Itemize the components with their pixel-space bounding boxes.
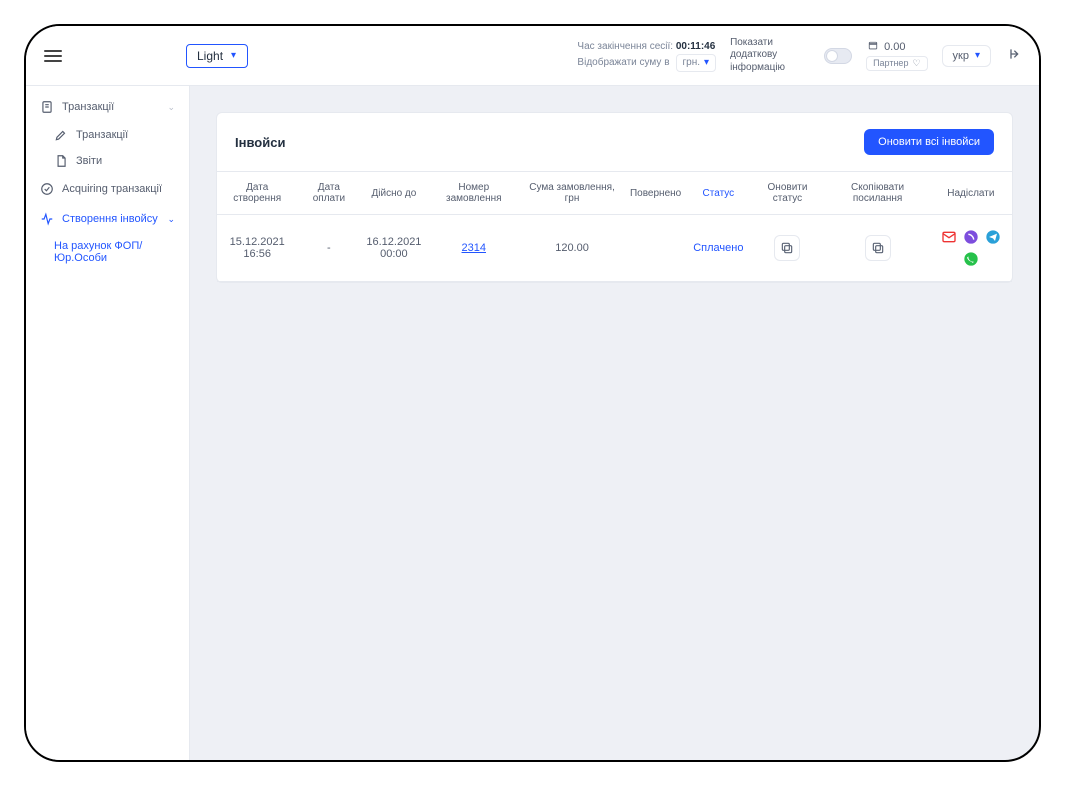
cell-valid: 16.12.2021 00:00 bbox=[360, 215, 427, 282]
language-value: укр bbox=[953, 50, 969, 62]
invoices-panel: Інвойси Оновити всі інвойси Дата створен… bbox=[216, 112, 1013, 283]
col-update-status: Оновити статус bbox=[749, 172, 825, 215]
menu-icon[interactable] bbox=[44, 50, 62, 62]
order-link[interactable]: 2314 bbox=[462, 242, 486, 254]
sidebar-group-acquiring[interactable]: Acquiring транзакції bbox=[26, 174, 189, 204]
document-icon bbox=[40, 100, 54, 114]
chevron-down-icon: ▾ bbox=[704, 56, 709, 70]
sidebar-group-transactions[interactable]: Транзакції ⌄ bbox=[26, 92, 189, 122]
col-amount: Сума замовлення, грн bbox=[520, 172, 624, 215]
col-created: Дата створення bbox=[217, 172, 297, 215]
whatsapp-icon[interactable] bbox=[963, 251, 979, 267]
heart-icon: ♡ bbox=[912, 58, 920, 69]
wallet-icon bbox=[866, 41, 880, 54]
chevron-down-icon: ⌄ bbox=[167, 214, 175, 225]
col-valid: Дійсно до bbox=[360, 172, 427, 215]
file-icon bbox=[54, 154, 68, 168]
currency-value: грн. bbox=[683, 56, 701, 70]
balance: 0.00 Партнер ♡ bbox=[866, 41, 927, 71]
chevron-down-icon: ▾ bbox=[975, 50, 980, 61]
session-end-label: Час закінчення сесії: bbox=[577, 41, 673, 52]
currency-select[interactable]: грн. ▾ bbox=[676, 54, 717, 72]
sidebar-item-label: На рахунок ФОП/Юр.Особи bbox=[54, 240, 175, 264]
col-paid: Дата оплати bbox=[297, 172, 360, 215]
telegram-icon[interactable] bbox=[985, 229, 1001, 245]
panel-title: Інвойси bbox=[235, 135, 285, 150]
refresh-all-button[interactable]: Оновити всі інвойси bbox=[864, 129, 994, 155]
session-time: 00:11:46 bbox=[676, 41, 715, 52]
copy-icon bbox=[871, 241, 885, 255]
logout-button[interactable] bbox=[1005, 46, 1021, 65]
pencil-icon bbox=[54, 128, 68, 142]
chevron-down-icon: ⌄ bbox=[167, 102, 175, 113]
sidebar-item-invoice-fop[interactable]: На рахунок ФОП/Юр.Особи bbox=[26, 234, 189, 270]
col-refunded: Повернено bbox=[624, 172, 687, 215]
copy-icon bbox=[780, 241, 794, 255]
cell-created: 15.12.2021 16:56 bbox=[217, 215, 297, 282]
partner-label: Партнер bbox=[873, 58, 908, 68]
update-status-button[interactable] bbox=[774, 235, 800, 261]
theme-select[interactable]: Light ▾ bbox=[186, 44, 248, 68]
table-row: 15.12.2021 16:56 - 16.12.2021 00:00 2314… bbox=[217, 215, 1012, 282]
viber-icon[interactable] bbox=[963, 229, 979, 245]
content: Інвойси Оновити всі інвойси Дата створен… bbox=[190, 86, 1039, 760]
language-select[interactable]: укр ▾ bbox=[942, 45, 991, 67]
col-send: Надіслати bbox=[930, 172, 1012, 215]
sidebar-item-transactions[interactable]: Транзакції bbox=[26, 122, 189, 148]
amount-in-label: Відображати суму в bbox=[577, 56, 669, 70]
sidebar-group-invoice[interactable]: Створення інвойсу ⌄ bbox=[26, 204, 189, 234]
sidebar-label: Транзакції bbox=[62, 101, 114, 113]
theme-value: Light bbox=[197, 49, 223, 63]
cell-paid: - bbox=[297, 215, 360, 282]
sidebar-label: Acquiring транзакції bbox=[62, 183, 162, 195]
activity-icon bbox=[40, 212, 54, 226]
extra-info-label: Показати додаткову інформацію bbox=[730, 37, 810, 75]
session-info: Час закінчення сесії: 00:11:46 Відобража… bbox=[577, 40, 716, 72]
partner-chip[interactable]: Партнер ♡ bbox=[866, 56, 927, 71]
col-copy-link: Скопіювати посилання bbox=[826, 172, 930, 215]
extra-info-toggle[interactable] bbox=[824, 48, 852, 64]
check-circle-icon bbox=[40, 182, 54, 196]
cell-status: Сплачено bbox=[693, 242, 743, 254]
invoice-table: Дата створення Дата оплати Дійсно до Ном… bbox=[217, 171, 1012, 282]
email-icon[interactable] bbox=[941, 229, 957, 245]
sidebar-item-label: Транзакції bbox=[76, 129, 128, 141]
cell-refunded bbox=[624, 215, 687, 282]
col-status[interactable]: Статус bbox=[703, 188, 735, 199]
sidebar-item-reports[interactable]: Звіти bbox=[26, 148, 189, 174]
balance-value: 0.00 bbox=[884, 41, 905, 53]
chevron-down-icon: ▾ bbox=[231, 50, 236, 61]
col-order: Номер замовлення bbox=[427, 172, 520, 215]
sidebar-item-label: Звіти bbox=[76, 155, 102, 167]
copy-link-button[interactable] bbox=[865, 235, 891, 261]
topbar: Light ▾ Час закінчення сесії: 00:11:46 В… bbox=[26, 26, 1039, 86]
sidebar-label: Створення інвойсу bbox=[62, 213, 158, 225]
sidebar: Транзакції ⌄ Транзакції Звіти bbox=[26, 86, 190, 760]
cell-amount: 120.00 bbox=[520, 215, 624, 282]
